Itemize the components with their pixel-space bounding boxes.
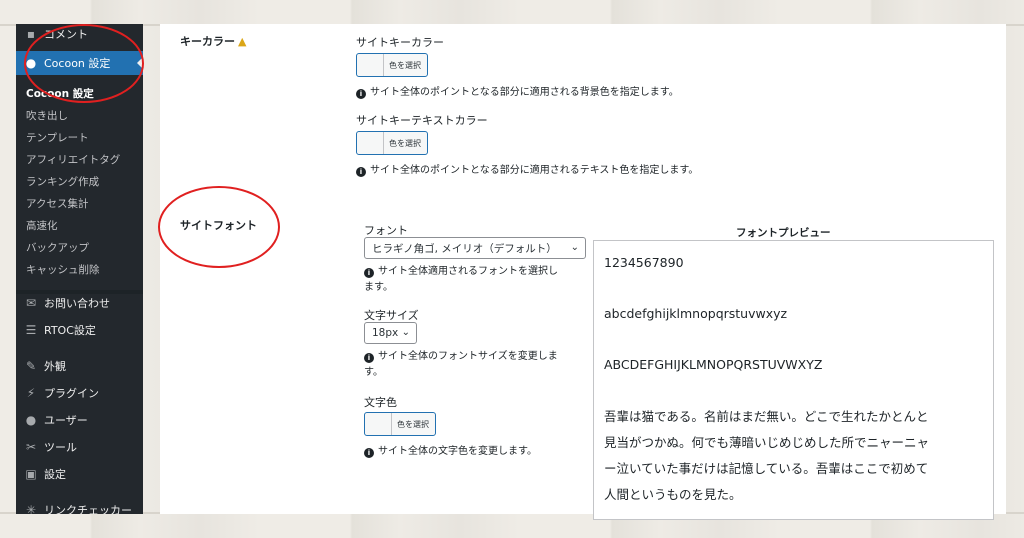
info-icon: i [356, 89, 366, 99]
preview-uppercase: ABCDEFGHIJKLMNOPQRSTUVWXYZ [604, 357, 823, 372]
submenu-speedup[interactable]: 高速化 [16, 214, 143, 236]
color-swatch [357, 54, 384, 76]
preview-paragraph: 吾輩は猫である。名前はまだ無い。どこで生れたかとんと 見当がつかぬ。何でも薄暗い… [604, 409, 930, 502]
plugin-icon: ⚡ [26, 386, 36, 400]
submenu-access[interactable]: アクセス集計 [16, 192, 143, 214]
key-color-title: キーカラー ▲ [180, 35, 247, 48]
sidebar-item-appearance[interactable]: ✎ 外観 [16, 354, 143, 378]
site-key-text-color-button[interactable]: 色を選択 [356, 131, 428, 155]
font-preview-title: フォントプレビュー [736, 227, 831, 239]
info-icon: i [364, 268, 374, 278]
sidebar-item-tools[interactable]: ✂ ツール [16, 435, 143, 459]
submenu-template[interactable]: テンプレート [16, 126, 143, 148]
info-icon: i [356, 167, 366, 177]
site-key-color-label: サイトキーカラー [356, 36, 444, 49]
sidebar-item-users[interactable]: ● ユーザー [16, 408, 143, 432]
font-label: フォント [364, 224, 408, 237]
sidebar-item-plugins[interactable]: ⚡ プラグイン [16, 381, 143, 405]
text-color-label: 文字色 [364, 396, 397, 409]
sidebar-item-rtoc[interactable]: ☰ RTOC設定 [16, 318, 143, 342]
annotation-circle-cocoon [24, 24, 144, 103]
font-size-label: 文字サイズ [364, 309, 419, 322]
font-size-select[interactable]: 18px ⌄ [364, 322, 417, 344]
link-checker-icon: ✳ [25, 503, 37, 514]
info-icon: i [364, 448, 374, 458]
font-size-desc: i サイト全体のフォントサイズを変更しま す。 [364, 351, 558, 378]
settings-icon: ▣ [25, 467, 37, 481]
site-key-text-color-label: サイトキーテキストカラー [356, 114, 488, 127]
color-swatch [357, 132, 384, 154]
submenu-backup[interactable]: バックアップ [16, 236, 143, 258]
info-icon: i [364, 353, 374, 363]
annotation-circle-site-font [158, 186, 280, 268]
preview-lowercase: abcdefghijklmnopqrstuvwxyz [604, 306, 788, 321]
submenu-cache-clear[interactable]: キャッシュ削除 [16, 258, 143, 280]
paintbrush-icon: ✎ [25, 359, 37, 373]
site-key-color-button[interactable]: 色を選択 [356, 53, 428, 77]
submenu-ranking[interactable]: ランキング作成 [16, 170, 143, 192]
sidebar-item-contact[interactable]: ✉ お問い合わせ [16, 291, 143, 315]
user-icon: ● [25, 413, 37, 427]
list-icon: ☰ [25, 323, 37, 337]
text-color-desc: i サイト全体の文字色を変更します。 [364, 444, 537, 460]
color-swatch [365, 413, 392, 435]
chevron-down-icon: ⌄ [570, 242, 579, 253]
text-color-button[interactable]: 色を選択 [364, 412, 436, 436]
font-desc: i サイト全体適用されるフォントを選択し ます。 [364, 266, 558, 293]
mail-icon: ✉ [25, 296, 37, 310]
warning-icon: ▲ [238, 35, 247, 48]
preview-numbers: 1234567890 [604, 255, 684, 270]
sidebar-item-settings[interactable]: ▣ 設定 [16, 462, 143, 486]
chevron-down-icon: ⌄ [401, 327, 410, 338]
submenu-affiliate-tag[interactable]: アフィリエイトタグ [16, 148, 143, 170]
font-select[interactable]: ヒラギノ角ゴ, メイリオ（デフォルト） ⌄ [364, 237, 586, 259]
site-key-text-color-desc: i サイト全体のポイントとなる部分に適用されるテキスト色を指定します。 [356, 163, 698, 179]
submenu-balloon[interactable]: 吹き出し [16, 104, 143, 126]
sidebar-item-link-checker[interactable]: ✳ リンクチェッカー [16, 498, 143, 514]
site-key-color-desc: i サイト全体のポイントとなる部分に適用される背景色を指定します。 [356, 85, 679, 101]
wrench-icon: ✂ [25, 440, 37, 454]
font-preview-box: 1234567890 abcdefghijklmnopqrstuvwxyz AB… [593, 240, 994, 520]
